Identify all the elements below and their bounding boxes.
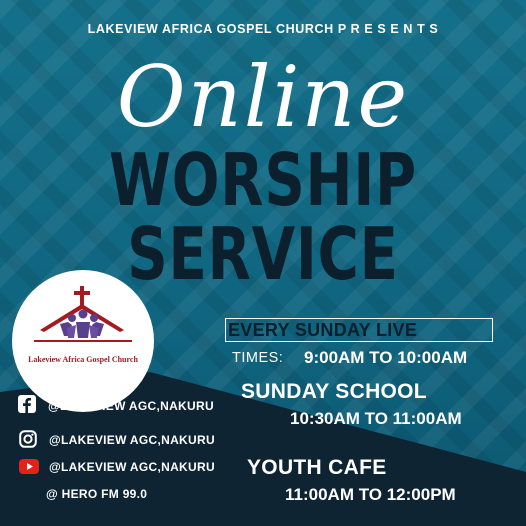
presenter-header: LAKEVIEW AFRICA GOSPEL CHURCH P R E S E … — [87, 22, 439, 36]
sunday-school-title: SUNDAY SCHOOL — [241, 380, 427, 403]
instagram-handle: @LAKEVIEW AGC,NAKURU — [49, 433, 215, 447]
service-time: 9:00AM TO 10:00AM — [304, 348, 468, 367]
youth-cafe-title: YOUTH CAFE — [247, 456, 387, 479]
poster: LAKEVIEW AFRICA GOSPEL CHURCH P R E S E … — [0, 0, 526, 526]
church-logo: Lakeview Africa Gospel Church — [12, 270, 154, 412]
church-logo-text: Lakeview Africa Gospel Church — [28, 355, 138, 364]
instagram-icon — [19, 430, 37, 448]
youtube-icon — [19, 459, 39, 474]
youtube-handle: @LAKEVIEW AGC,NAKURU — [49, 460, 215, 474]
youth-cafe-time: 11:00AM TO 12:00PM — [285, 485, 456, 504]
title-worship: WORSHIP — [109, 138, 417, 222]
facebook-icon — [18, 395, 36, 413]
title-online: Online — [116, 48, 410, 146]
times-label: TIMES: — [232, 350, 284, 366]
radio-station: @ HERO FM 99.0 — [46, 487, 148, 501]
sunday-school-time: 10:30AM TO 11:00AM — [290, 409, 462, 428]
every-sunday-live: EVERY SUNDAY LIVE — [228, 320, 418, 340]
facebook-handle: @LAKEVIEW AGC,NAKURU — [48, 399, 214, 413]
church-logo-graphic — [34, 286, 132, 342]
